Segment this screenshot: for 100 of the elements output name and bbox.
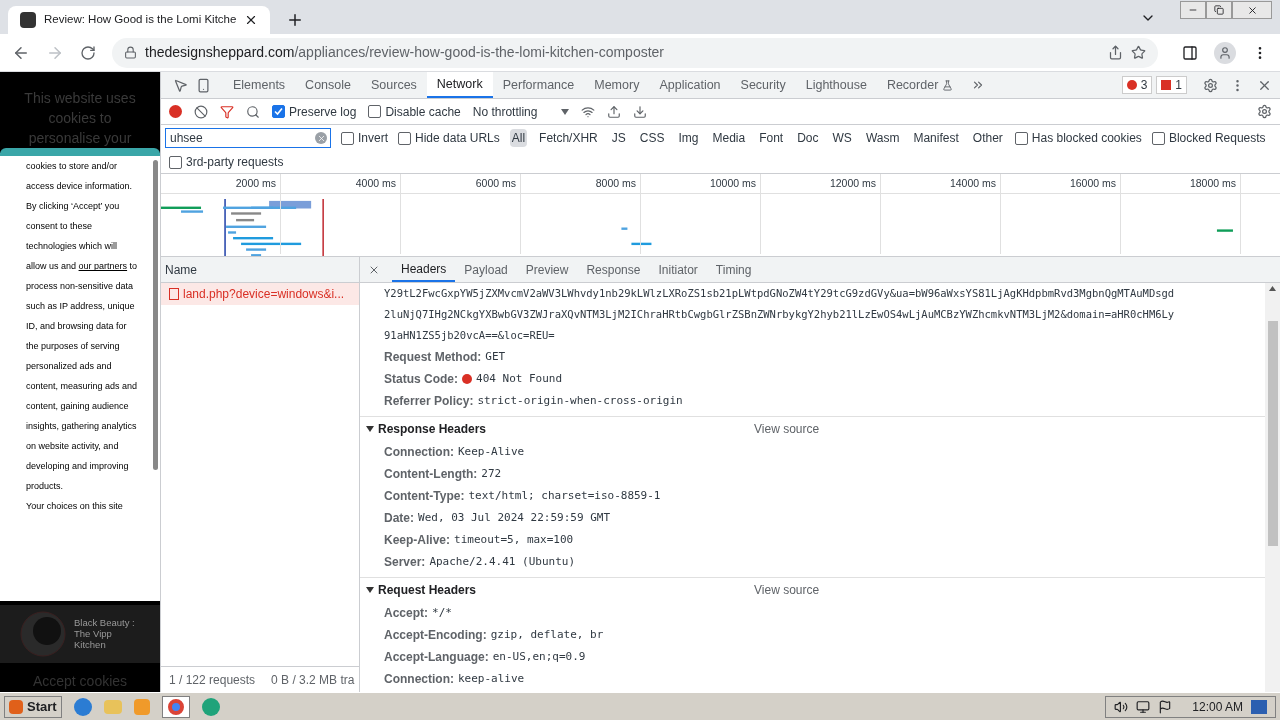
devtools-tab[interactable]: Security bbox=[730, 72, 796, 98]
url-line: Y29tL2FwcGxpYW5jZXMvcmV2aWV3LWhvdy1nb29kLWlzLXRoZS1sb21pLWtpdGNoZW4tY29tcG9zdGVy&ua=bW96aWxsYS81LjAgKHdpbmRvd3MgbnQgMTAuMDsgd bbox=[384, 286, 1176, 301]
import-icon[interactable] bbox=[607, 104, 622, 119]
clear-icon[interactable] bbox=[315, 132, 327, 144]
type-filter[interactable]: Font bbox=[757, 129, 786, 147]
detail-tab[interactable]: Response bbox=[577, 257, 650, 282]
checkbox[interactable] bbox=[169, 155, 182, 169]
network-icon[interactable] bbox=[1136, 699, 1151, 714]
side-panel-icon[interactable] bbox=[1182, 44, 1198, 61]
checkbox[interactable] bbox=[368, 105, 382, 118]
detail-tab[interactable]: Headers bbox=[392, 257, 456, 282]
type-filter[interactable]: Wasm bbox=[863, 129, 902, 147]
restore-icon[interactable] bbox=[1214, 5, 1224, 15]
devtools-tab[interactable]: Lighthouse bbox=[795, 72, 877, 98]
header-name: Keep-Alive: bbox=[384, 532, 451, 549]
devtools-tab[interactable]: Recorder bbox=[876, 72, 964, 98]
devtools-tab[interactable]: Performance bbox=[492, 72, 585, 98]
header-value: Keep-Alive bbox=[458, 443, 525, 460]
address-bar[interactable]: thedesignsheppard.com/appliances/review-how-good-is-the-lomi-kitchen-composter bbox=[112, 37, 1158, 68]
close-icon[interactable] bbox=[1246, 4, 1258, 16]
header-value: Wed, 03 Jul 2024 22:59:59 GMT bbox=[418, 509, 611, 526]
type-filter[interactable]: Manifest bbox=[911, 129, 961, 147]
type-filter[interactable]: Doc bbox=[795, 129, 821, 147]
devtools-tab[interactable]: Application bbox=[649, 72, 731, 98]
clear-icon[interactable] bbox=[194, 104, 208, 119]
start-button[interactable]: Start bbox=[4, 695, 62, 718]
section-toggle[interactable]: Request Headers bbox=[366, 581, 754, 599]
header-value: GET bbox=[485, 348, 506, 365]
detail-tab[interactable]: Payload bbox=[455, 257, 517, 282]
volume-icon[interactable] bbox=[1114, 699, 1129, 714]
settings-icon[interactable] bbox=[1203, 77, 1218, 93]
devtools-tab[interactable]: Elements bbox=[223, 72, 296, 98]
url-line: 91aHN1ZS5jb20vcA==&loc=REU= bbox=[384, 328, 556, 343]
header-value: Apache/2.4.41 (Ubuntu) bbox=[429, 553, 576, 570]
chrome-taskbar-icon[interactable] bbox=[161, 695, 190, 718]
filter-field[interactable]: uhsee bbox=[165, 128, 331, 148]
partners-link[interactable]: our partners bbox=[78, 261, 128, 272]
header-value: */* bbox=[432, 604, 452, 621]
detail-tab[interactable]: Preview bbox=[516, 257, 578, 282]
view-source-link[interactable]: View source bbox=[754, 581, 820, 599]
detail-tab[interactable]: Initiator bbox=[649, 257, 707, 282]
export-icon[interactable] bbox=[633, 104, 648, 119]
settings-icon[interactable] bbox=[1257, 104, 1272, 119]
url-line: 2luNjQ7IHg2NCkgYXBwbGV3ZWJraXQvNTM3LjM2IChraHRtbCwgbGlrZSBnZWNrbykgY2hyb21lLzEwOS4wLjAuMCBzYWZhcmkvNTM3LjM2&domain=aHR0cHM6Ly bbox=[384, 307, 1176, 322]
share-icon[interactable] bbox=[1108, 45, 1123, 60]
header-value: text/html; charset=iso-8859-1 bbox=[468, 487, 661, 504]
network-conditions-icon[interactable] bbox=[581, 104, 596, 119]
preserve-log-label: Preserve log bbox=[289, 103, 357, 121]
filter-icon[interactable] bbox=[220, 104, 234, 119]
header-value: 272 bbox=[481, 465, 502, 482]
type-filter[interactable]: CSS bbox=[637, 129, 667, 147]
header-name: Content-Length: bbox=[384, 466, 478, 483]
browser-icon[interactable] bbox=[73, 697, 92, 716]
time-tick: 2000 ms bbox=[235, 176, 276, 191]
detail-tab[interactable]: Timing bbox=[706, 257, 761, 282]
issue-badge[interactable]: 1 bbox=[1156, 76, 1187, 94]
search-icon[interactable] bbox=[246, 104, 260, 119]
view-source-link[interactable]: View source bbox=[754, 420, 820, 438]
article-title: The Vipp bbox=[74, 628, 113, 640]
type-filter[interactable]: JS bbox=[609, 129, 628, 147]
checkbox[interactable] bbox=[1014, 131, 1028, 145]
checkbox[interactable] bbox=[272, 105, 285, 118]
device-toolbar-icon[interactable] bbox=[196, 77, 211, 93]
type-filter[interactable]: Media bbox=[710, 129, 748, 147]
scrollbar-thumb[interactable] bbox=[1267, 321, 1278, 546]
expand-arrow-icon bbox=[366, 425, 374, 433]
devtools-tab[interactable]: Sources bbox=[361, 72, 427, 98]
type-filter[interactable]: Img bbox=[676, 129, 701, 147]
time-tick: 12000 ms bbox=[829, 176, 876, 191]
request-row[interactable]: land.php?device=windows&i... bbox=[161, 283, 359, 305]
article-title: Kitchen bbox=[74, 639, 107, 651]
checkbox[interactable] bbox=[1151, 131, 1165, 145]
blocked-option-label: Has blocked cookies bbox=[1031, 130, 1142, 147]
devtools-tab[interactable]: Network bbox=[426, 72, 493, 98]
time-tick: 18000 ms bbox=[1189, 176, 1236, 191]
lock-icon[interactable] bbox=[124, 46, 137, 59]
flag-icon[interactable] bbox=[1158, 699, 1173, 714]
profile-icon[interactable] bbox=[1214, 41, 1236, 64]
type-filter[interactable]: WS bbox=[830, 129, 854, 147]
devtools-tab[interactable]: Memory bbox=[584, 72, 650, 98]
reload-icon[interactable] bbox=[80, 44, 96, 61]
type-filter[interactable]: All bbox=[509, 129, 528, 147]
type-filter[interactable]: Other bbox=[970, 129, 1005, 147]
scroll-up-icon[interactable] bbox=[1269, 286, 1276, 291]
checkbox[interactable] bbox=[341, 131, 354, 145]
type-filter[interactable]: Fetch/XHR bbox=[537, 129, 600, 147]
checkbox[interactable] bbox=[398, 131, 411, 145]
inspect-icon[interactable] bbox=[173, 77, 188, 93]
devtools-tab[interactable]: Console bbox=[295, 72, 361, 98]
throttling-select[interactable]: No throttling bbox=[472, 102, 570, 121]
bookmark-icon[interactable] bbox=[1131, 45, 1146, 60]
article-title: Black Beauty : bbox=[74, 617, 135, 629]
error-badge[interactable]: 3 bbox=[1121, 76, 1153, 94]
browser-tab[interactable]: Review: How Good is the Lomi Kitche bbox=[8, 6, 271, 34]
cookie-text: By clicking ‘Accept’ you consent to these technologies which will allow us and our partners to process non-sensitive data such as IP address, unique ID, and browsing data for the purposes of serving personalized ads and content, measuring ads and content, gaining audience insights, gathering analytics on website activity, and developing and improving products. bbox=[26, 200, 139, 494]
desktop-icon[interactable] bbox=[1251, 699, 1267, 714]
record-button[interactable] bbox=[169, 105, 182, 118]
header-name: Server: bbox=[384, 554, 426, 571]
time-tick: 8000 ms bbox=[595, 176, 636, 191]
section-toggle[interactable]: Response Headers bbox=[366, 420, 754, 438]
